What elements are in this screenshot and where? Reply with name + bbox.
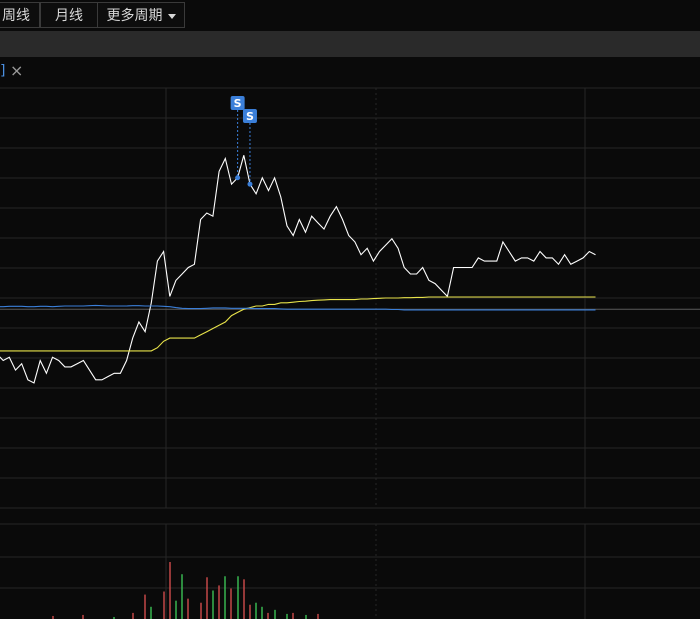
price-line bbox=[0, 155, 596, 384]
signal-label: S bbox=[246, 110, 254, 123]
chart-lines bbox=[0, 155, 596, 384]
signal-label: S bbox=[234, 97, 242, 110]
volume-chart bbox=[0, 523, 700, 619]
price-chart: SS bbox=[0, 87, 700, 619]
signal-dot bbox=[247, 181, 253, 187]
ma-yellow-line bbox=[0, 296, 596, 352]
chart-grid bbox=[0, 87, 700, 509]
signal-dot bbox=[235, 175, 241, 181]
chart-signals: SS bbox=[230, 96, 257, 187]
